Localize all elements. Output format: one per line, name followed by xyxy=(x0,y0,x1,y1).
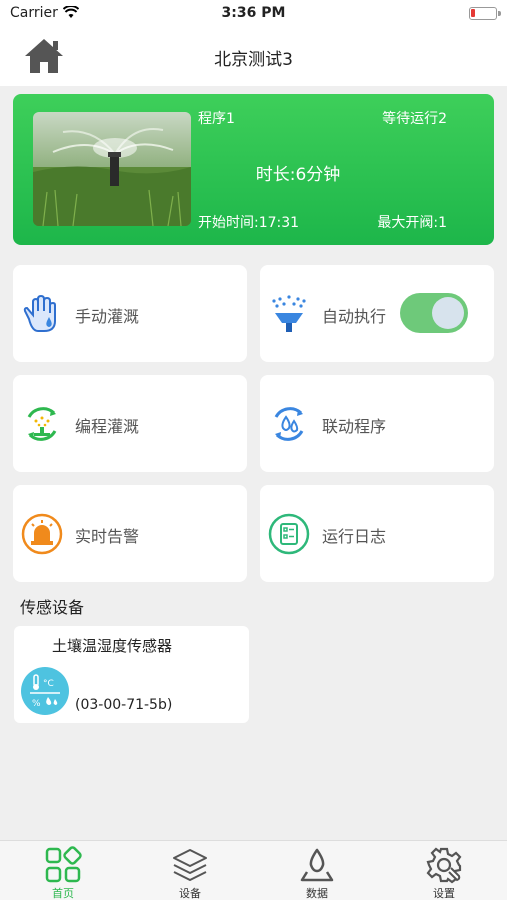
svg-text:°C: °C xyxy=(43,679,54,689)
sprinkler-icon xyxy=(268,293,310,335)
duration-label: 时长:6分钟 xyxy=(255,165,341,185)
tab-home-label: 首页 xyxy=(52,887,74,900)
sensor-name: 土壤温湿度传感器 xyxy=(52,637,173,655)
waiting-status: 等待运行2 xyxy=(382,111,447,127)
tab-devices[interactable]: 设备 xyxy=(127,841,253,900)
nav-bar: 北京测试3 xyxy=(0,28,507,86)
svg-text:%: % xyxy=(32,699,41,709)
realtime-alarm-label: 实时告警 xyxy=(75,527,140,546)
program-banner[interactable]: 程序1 等待运行2 时长:6分钟 开始时间:17:31 最大开阀:1 xyxy=(13,94,494,245)
linkage-program-label: 联动程序 xyxy=(322,417,387,436)
sensor-card[interactable]: 土壤温湿度传感器 °C % (03-00-71-5b) xyxy=(14,626,249,723)
max-valves: 最大开阀:1 xyxy=(377,215,447,231)
manual-irrigation-card[interactable]: 手动灌溉 xyxy=(13,265,247,362)
sensor-address: (03-00-71-5b) xyxy=(75,697,173,713)
toggle-knob xyxy=(432,297,464,329)
auto-execute-label: 自动执行 xyxy=(322,307,387,326)
start-time: 开始时间:17:31 xyxy=(198,215,300,231)
page-title: 北京测试3 xyxy=(214,50,293,70)
tab-settings[interactable]: 设置 xyxy=(381,841,507,900)
temp-humidity-icon: °C % xyxy=(20,666,70,716)
program-cycle-icon xyxy=(21,403,63,445)
program-irrigation-label: 编程灌溉 xyxy=(75,417,140,436)
tab-data-label: 数据 xyxy=(306,887,328,900)
run-log-label: 运行日志 xyxy=(322,527,387,546)
tab-settings-label: 设置 xyxy=(433,887,455,900)
tab-home[interactable]: 首页 xyxy=(0,841,126,900)
clock: 3:36 PM xyxy=(221,5,286,21)
auto-execute-card[interactable]: 自动执行 xyxy=(260,265,494,362)
run-log-card[interactable]: 运行日志 xyxy=(260,485,494,582)
log-icon xyxy=(268,513,310,555)
sensor-section-title: 传感设备 xyxy=(20,598,85,617)
manual-irrigation-label: 手动灌溉 xyxy=(75,307,140,326)
sprinkler-photo xyxy=(33,112,191,226)
gear-icon xyxy=(426,847,462,884)
linkage-program-card[interactable]: 联动程序 xyxy=(260,375,494,472)
program-name: 程序1 xyxy=(198,111,235,127)
program-irrigation-card[interactable]: 编程灌溉 xyxy=(13,375,247,472)
tab-data[interactable]: 数据 xyxy=(254,841,380,900)
auto-execute-toggle[interactable] xyxy=(400,293,468,333)
tab-bar: 首页 设备 数据 设置 xyxy=(0,840,507,900)
realtime-alarm-card[interactable]: 实时告警 xyxy=(13,485,247,582)
home-grid-icon xyxy=(45,846,82,883)
status-bar: Carrier 3:36 PM xyxy=(0,0,507,28)
hand-icon xyxy=(21,293,63,335)
linkage-cycle-icon xyxy=(268,403,310,445)
battery-icon xyxy=(469,7,501,20)
layers-icon xyxy=(173,849,207,881)
tab-devices-label: 设备 xyxy=(179,887,201,900)
data-icon xyxy=(300,848,334,882)
alarm-icon xyxy=(21,513,63,555)
